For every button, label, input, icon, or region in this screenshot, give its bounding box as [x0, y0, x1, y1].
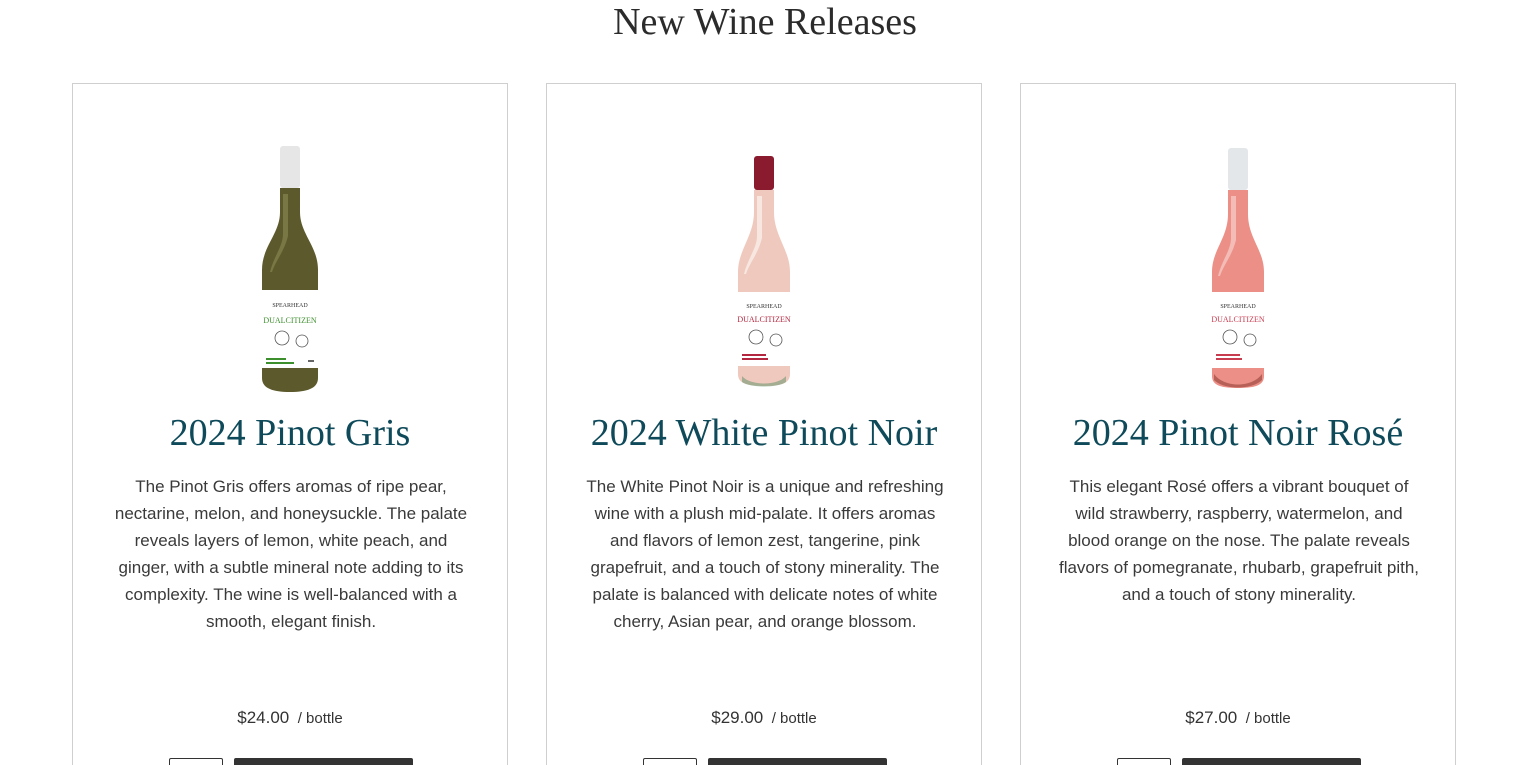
- product-price: $24.00: [237, 708, 290, 727]
- price-row: $27.00 / bottle: [1021, 708, 1455, 728]
- label-name-text: DUALCITIZEN: [263, 316, 317, 325]
- bottle-icon: SPEARHEAD DUALCITIZEN: [1211, 148, 1265, 388]
- white-wine-bottle-image[interactable]: SPEARHEAD DUALCITIZEN: [73, 142, 507, 394]
- add-to-cart-button[interactable]: [1182, 758, 1361, 765]
- white-pinot-noir-bottle-image[interactable]: SPEARHEAD DUALCITIZEN: [547, 142, 981, 394]
- bottle-icon: SPEARHEAD DUALCITIZEN: [737, 156, 791, 387]
- add-to-cart-button[interactable]: [234, 758, 413, 765]
- price-unit: / bottle: [297, 710, 343, 727]
- price-row: $24.00 / bottle: [73, 708, 507, 728]
- product-name[interactable]: 2024 White Pinot Noir: [547, 406, 981, 460]
- price-row: $29.00 / bottle: [547, 708, 981, 728]
- product-price: $27.00: [1185, 708, 1238, 727]
- product-card: SPEARHEAD DUALCITIZEN 2024 Pinot Gris Th…: [72, 83, 508, 765]
- product-card: SPEARHEAD DUALCITIZEN 2024 Pinot Noir Ro…: [1020, 83, 1456, 765]
- product-name[interactable]: 2024 Pinot Noir Rosé: [1021, 406, 1455, 460]
- label-brand-text: SPEARHEAD: [746, 304, 782, 310]
- price-unit: / bottle: [771, 710, 817, 727]
- product-card: SPEARHEAD DUALCITIZEN 2024 White Pinot N…: [546, 83, 982, 765]
- page-title: New Wine Releases: [613, 1, 917, 43]
- product-description: The Pinot Gris offers aromas of ripe pea…: [114, 477, 468, 631]
- product-description: This elegant Rosé offers a vibrant bouqu…: [1058, 477, 1420, 604]
- quantity-input[interactable]: [169, 758, 223, 765]
- label-brand-text: SPEARHEAD: [1220, 304, 1256, 310]
- label-name-text: DUALCITIZEN: [1211, 315, 1265, 324]
- product-description: The White Pinot Noir is a unique and ref…: [586, 477, 944, 631]
- price-unit: / bottle: [1245, 710, 1291, 727]
- rose-wine-bottle-image[interactable]: SPEARHEAD DUALCITIZEN: [1021, 142, 1455, 394]
- product-name[interactable]: 2024 Pinot Gris: [73, 406, 507, 460]
- label-brand-text: SPEARHEAD: [272, 303, 308, 309]
- product-price: $29.00: [711, 708, 764, 727]
- quantity-input[interactable]: [1117, 758, 1171, 765]
- quantity-input[interactable]: [643, 758, 697, 765]
- bottle-icon: SPEARHEAD DUALCITIZEN: [262, 146, 318, 392]
- add-to-cart-button[interactable]: [708, 758, 887, 765]
- label-name-text: DUALCITIZEN: [737, 315, 791, 324]
